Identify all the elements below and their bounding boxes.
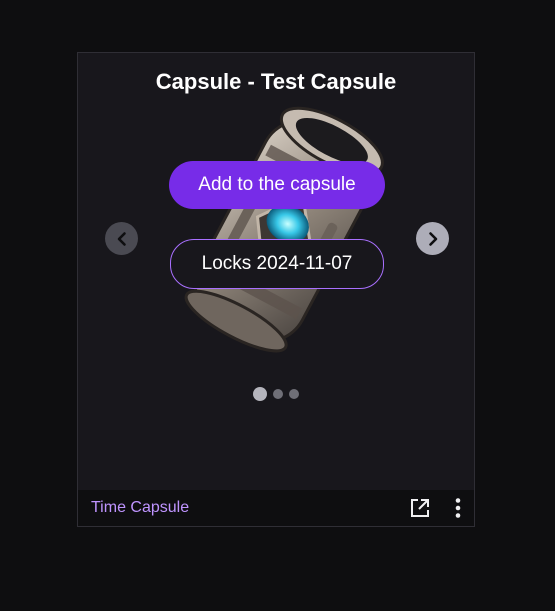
add-to-capsule-button[interactable]: Add to the capsule <box>169 161 385 209</box>
panel-title: Capsule - Test Capsule <box>155 69 397 94</box>
chevron-left-icon <box>117 231 126 246</box>
footer-title-link[interactable]: Time Capsule <box>91 499 189 517</box>
lock-date-button[interactable]: Locks 2024-11-07 <box>170 239 384 289</box>
popout-button[interactable] <box>408 496 432 520</box>
carousel-next-button[interactable] <box>416 222 449 255</box>
carousel-prev-button[interactable] <box>105 222 138 255</box>
more-options-icon <box>455 498 461 518</box>
chevron-right-icon <box>428 231 437 246</box>
carousel-dot-2[interactable] <box>273 389 283 399</box>
carousel-dot-3[interactable] <box>289 389 299 399</box>
panel-footer: Time Capsule <box>78 490 474 526</box>
carousel-dot-1[interactable] <box>253 387 267 401</box>
capsule-panel: Capsule - Test Capsule Add to the capsul… <box>77 52 475 527</box>
carousel-dots <box>78 387 474 401</box>
more-options-button[interactable] <box>446 496 470 520</box>
capsule-image <box>184 106 384 353</box>
popout-icon <box>411 499 429 517</box>
